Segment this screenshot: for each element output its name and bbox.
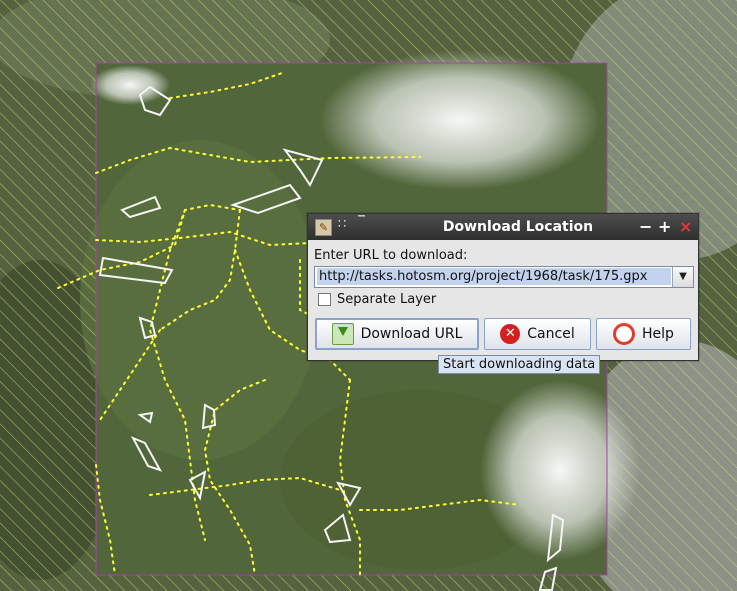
dialog-titlebar[interactable]: ✎ ∷ ‾ Download Location − + × bbox=[308, 214, 698, 240]
url-input[interactable]: http://tasks.hotosm.org/project/1968/tas… bbox=[317, 268, 671, 285]
separate-layer-checkbox[interactable] bbox=[318, 293, 331, 306]
help-label: Help bbox=[642, 326, 674, 342]
help-button[interactable]: Help bbox=[596, 318, 691, 350]
download-location-dialog: ✎ ∷ ‾ Download Location − + × Enter URL … bbox=[307, 213, 699, 361]
close-button[interactable]: × bbox=[679, 217, 692, 236]
tooltip: Start downloading data bbox=[438, 355, 601, 374]
download-url-label: Download URL bbox=[360, 326, 463, 342]
cancel-button[interactable]: ✕ Cancel bbox=[484, 318, 591, 350]
download-icon bbox=[331, 323, 354, 345]
help-icon bbox=[613, 323, 636, 345]
url-prompt-label: Enter URL to download: bbox=[314, 248, 468, 263]
url-combobox[interactable]: http://tasks.hotosm.org/project/1968/tas… bbox=[314, 266, 694, 288]
maximize-button[interactable]: + bbox=[658, 217, 671, 236]
cancel-label: Cancel bbox=[527, 326, 575, 342]
chevron-down-icon[interactable]: ▼ bbox=[672, 267, 693, 287]
separate-layer-label[interactable]: Separate Layer bbox=[337, 292, 436, 307]
minimize-button[interactable]: − bbox=[639, 217, 652, 236]
separate-layer-row[interactable]: Separate Layer bbox=[318, 292, 436, 307]
cancel-icon: ✕ bbox=[500, 324, 521, 344]
download-url-button[interactable]: Download URL bbox=[315, 318, 479, 350]
